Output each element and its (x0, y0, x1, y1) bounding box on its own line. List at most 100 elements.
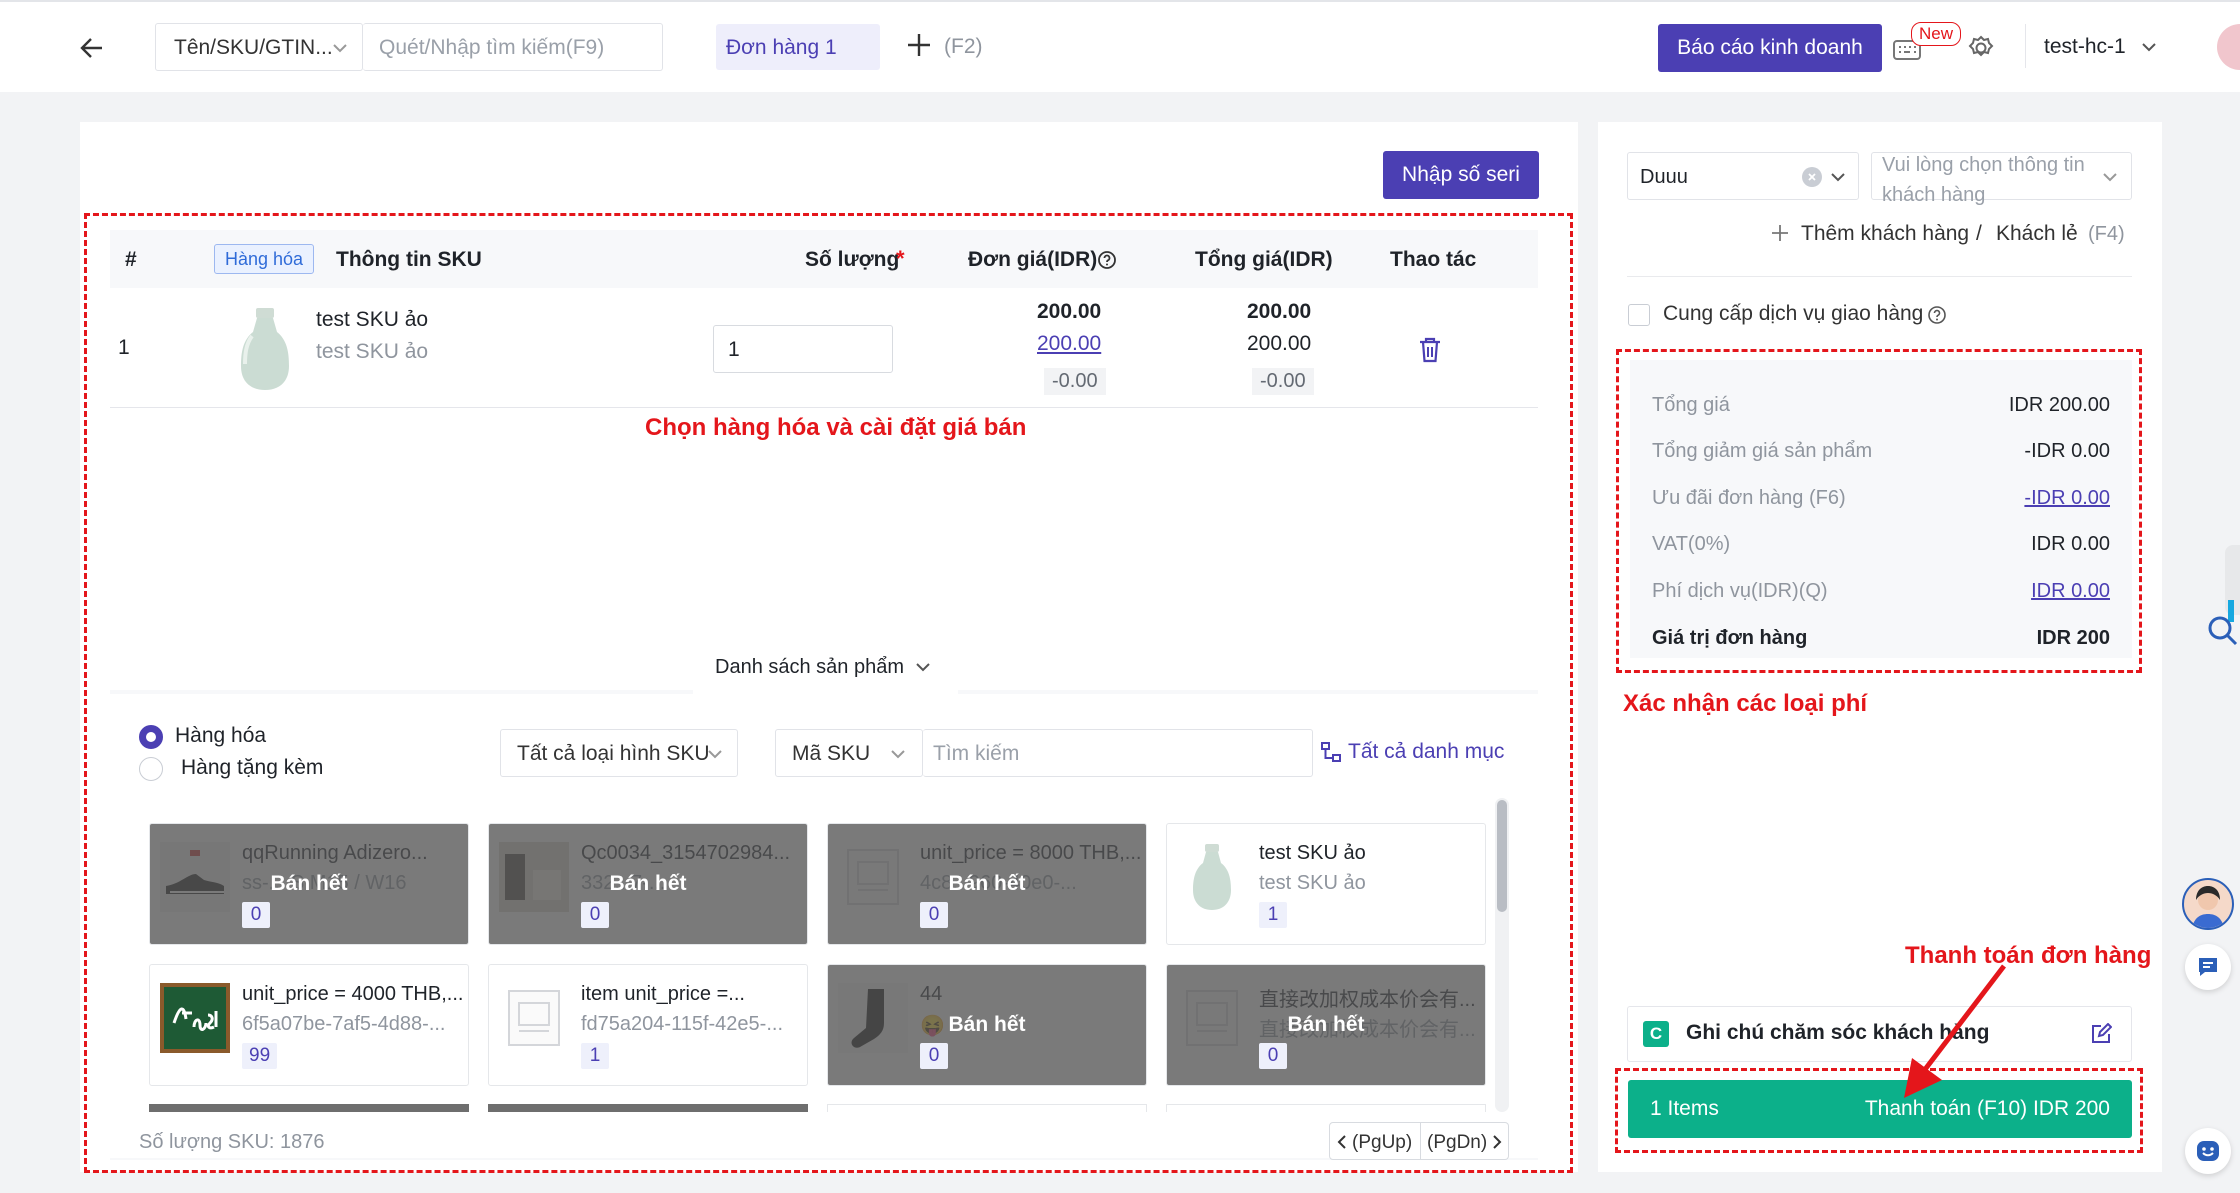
product-thumbnail (230, 306, 300, 392)
product-name: test SKU ảo (1259, 842, 1366, 864)
search-icon[interactable] (2206, 614, 2240, 648)
product-code: 6f5a07be-7af5-4d88-... (242, 1013, 446, 1035)
search-placeholder: Quét/Nhập tìm kiếm(F9) (379, 36, 605, 59)
search-type-value: Tên/SKU/GTIN... (174, 36, 333, 59)
care-note-badge: C (1643, 1021, 1669, 1047)
chevron-down-icon (1831, 173, 1845, 182)
product-card[interactable]: 直接改加权成本价会有...直接改加权成本价会有...0Bán hết (1166, 964, 1486, 1086)
help-icon[interactable] (1097, 250, 1117, 270)
sold-out-label: Bán hết (948, 1013, 1026, 1036)
edit-icon[interactable] (2090, 1023, 2112, 1045)
chevron-down-icon (916, 663, 930, 672)
walk-in-customer-link[interactable]: Khách lẻ (1996, 222, 2078, 246)
stock-quantity: 99 (242, 1043, 278, 1069)
annotation-box-fees (1616, 349, 2142, 673)
sold-out-label: Bán hết (609, 872, 687, 895)
chevron-right-icon (1493, 1135, 1502, 1149)
link-separator: / (1976, 222, 1982, 245)
divider (1627, 276, 2132, 277)
sold-out-label: Bán hết (948, 872, 1026, 895)
chat-icon (2199, 958, 2217, 976)
product-card[interactable]: qqRunning Adizero...ss-... S M15 / W160B… (149, 823, 469, 945)
plus-icon[interactable] (1771, 224, 1789, 242)
radio-gift-label[interactable]: Hàng tặng kèm (181, 756, 323, 780)
search-type-select[interactable]: Tên/SKU/GTIN... (155, 23, 363, 71)
product-list-tab[interactable]: Danh sách sản phẩm (693, 644, 958, 694)
sku-code-select[interactable]: Mã SKU (775, 729, 923, 777)
scrollbar-thumb[interactable] (1497, 800, 1507, 912)
product-card[interactable]: test SKU ảo test SKU ảo 1 (1166, 823, 1486, 945)
delivery-service-checkbox[interactable] (1628, 304, 1650, 326)
annotation-select-goods: Chọn hàng hóa và cài đặt giá bán (645, 414, 1027, 441)
new-badge: New (1911, 22, 1961, 46)
sku-type-value: Tất cả loại hình SKU (517, 742, 710, 765)
trash-icon[interactable] (1417, 336, 1443, 364)
sold-out-label: Bán hết (270, 872, 348, 895)
back-arrow-icon[interactable] (76, 32, 108, 64)
product-search-placeholder: Tìm kiếm (933, 742, 1020, 765)
required-mark: * (896, 246, 905, 271)
search-input[interactable]: Quét/Nhập tìm kiếm(F9) (363, 23, 663, 71)
radio-goods[interactable] (139, 725, 163, 749)
product-card[interactable]: Qc0034_3154702984...332...7-...0Bán hết (488, 823, 808, 945)
product-card-partial (1166, 1104, 1486, 1112)
feedback-button[interactable] (2185, 1128, 2231, 1174)
col-total-price: Tổng giá(IDR) (1195, 248, 1333, 271)
product-card-partial (488, 1104, 808, 1112)
page-up-button[interactable]: (PgUp) (1329, 1122, 1421, 1160)
stock-quantity: 0 (242, 902, 270, 928)
page-down-button[interactable]: (PgDn) (1421, 1122, 1509, 1160)
customer-info-placeholder: Vui lòng chọn thông tin khách hàng (1882, 154, 2085, 206)
all-categories-link[interactable]: Tất cả danh mục (1348, 740, 1504, 764)
avatar[interactable] (2217, 24, 2240, 70)
clear-icon[interactable] (1802, 167, 1822, 187)
chevron-down-icon[interactable] (2141, 40, 2157, 54)
plus-icon[interactable] (906, 32, 936, 62)
product-card[interactable]: 44😝0Bán hết (827, 964, 1147, 1086)
table-row: 1 test SKU ảo test SKU ảo 1 200.00 200.0… (110, 288, 1538, 408)
col-unit-price: Đơn giá(IDR) (968, 248, 1098, 271)
product-card[interactable]: unit_price = 8000 THB,...4c8...960-40e0-… (827, 823, 1147, 945)
support-agent-avatar[interactable] (2182, 878, 2234, 930)
product-thumbnail (499, 983, 569, 1053)
quantity-input[interactable]: 1 (713, 325, 893, 373)
walk-in-shortcut: (F4) (2088, 223, 2125, 245)
col-action: Thao tác (1390, 248, 1477, 271)
product-card[interactable]: unit_price = 4000 THB,... 6f5a07be-7af5-4… (149, 964, 469, 1086)
product-search-input[interactable]: Tìm kiếm (923, 729, 1313, 777)
business-report-button[interactable]: Báo cáo kinh doanh (1658, 24, 1882, 72)
product-name: unit_price = 4000 THB,... (242, 983, 464, 1005)
radio-gift[interactable] (139, 757, 163, 781)
delivery-service-label[interactable]: Cung cấp dịch vụ giao hàng (1663, 302, 1923, 326)
tab-order-1[interactable]: Đơn hàng 1 (716, 24, 880, 70)
chevron-down-icon (708, 750, 722, 759)
store-name[interactable]: test-hc-1 (2044, 35, 2126, 59)
serial-number-button[interactable]: Nhập số seri (1383, 151, 1539, 199)
customer-select[interactable]: Duuu (1627, 152, 1859, 200)
row-index: 1 (118, 336, 130, 359)
radio-goods-label[interactable]: Hàng hóa (175, 724, 266, 748)
sku-count: Số lượng SKU: 1876 (139, 1131, 325, 1153)
help-icon[interactable] (1927, 305, 1947, 325)
annotation-arrow-icon (1904, 964, 2006, 1098)
product-card-partial (149, 1104, 469, 1112)
unit-price-edit-link[interactable]: 200.00 (1037, 332, 1101, 356)
stock-quantity: 0 (920, 902, 948, 928)
product-scrollbar[interactable] (1495, 798, 1509, 1112)
product-list-tab-label: Danh sách sản phẩm (715, 656, 905, 678)
gear-icon[interactable] (1967, 34, 1997, 64)
product-card[interactable]: item unit_price =... fd75a204-115f-42e5-.… (488, 964, 808, 1086)
add-order-shortcut: (F2) (944, 35, 983, 58)
annotation-box-checkout (1615, 1068, 2143, 1153)
customer-info-select[interactable]: Vui lòng chọn thông tin khách hàng (1871, 152, 2132, 206)
row-sku-name: test SKU ảo (316, 308, 429, 331)
add-customer-link[interactable]: Thêm khách hàng (1801, 222, 1969, 246)
top-bar: Tên/SKU/GTIN... Quét/Nhập tìm kiếm(F9) Đ… (0, 0, 2240, 92)
category-tree-icon[interactable] (1320, 741, 1342, 763)
sku-type-select[interactable]: Tất cả loại hình SKU (500, 729, 738, 777)
row-total-price: 200.00 (1247, 300, 1312, 323)
col-quantity: Số lượng (805, 248, 900, 271)
chat-button[interactable] (2185, 944, 2231, 990)
sold-out-label: Bán hết (1287, 1013, 1365, 1036)
stock-quantity: 1 (581, 1043, 609, 1069)
